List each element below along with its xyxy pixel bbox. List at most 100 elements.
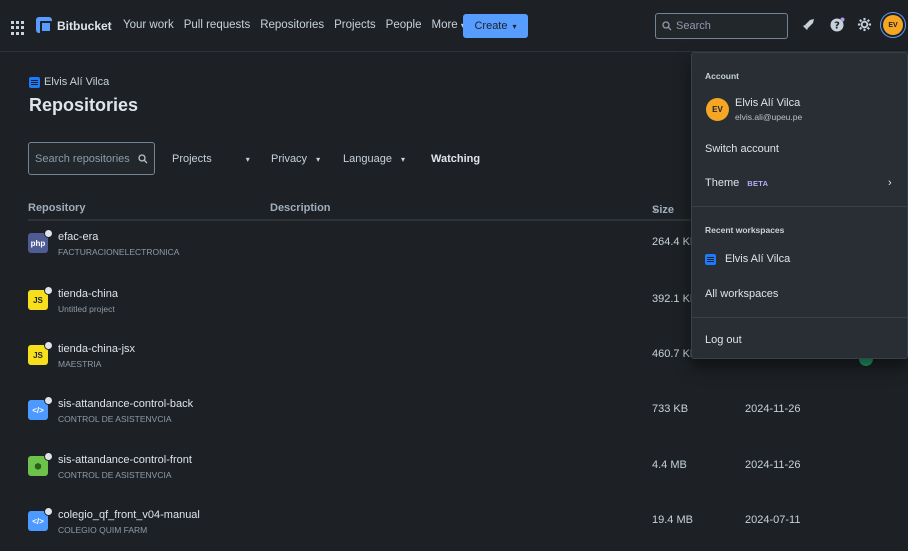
repository-project: Untitled project (58, 304, 115, 314)
nav-links: Your work Pull requests Repositories Pro… (123, 19, 465, 31)
avatar-initials: EV (888, 21, 898, 29)
account-heading: Account (705, 71, 739, 81)
brand-name[interactable]: Bitbucket (57, 19, 112, 33)
repository-name-link[interactable]: tienda-china-jsx (58, 343, 135, 355)
search-icon (138, 153, 148, 163)
lock-icon (44, 229, 53, 238)
nav-repositories[interactable]: Repositories (260, 19, 324, 31)
repository-project: COLEGIO QUIM FARM (58, 525, 148, 535)
repository-name-link[interactable]: colegio_qf_front_v04-manual (58, 509, 200, 521)
projects-filter[interactable]: Projects ▾ (172, 153, 250, 165)
svg-text:?: ? (834, 21, 840, 32)
repo-icon-glyph: php (30, 238, 46, 248)
chevron-down-icon: ▾ (512, 21, 517, 31)
chevron-down-icon: ▾ (400, 154, 405, 164)
javascript-icon: JS (28, 341, 53, 365)
repository-project: CONTROL DE ASISTENVCIA (58, 470, 172, 480)
global-search-placeholder: Search (676, 20, 711, 32)
php-icon: php (28, 229, 53, 253)
log-out-item[interactable]: Log out (705, 334, 742, 346)
global-search-input[interactable]: Search (655, 13, 788, 39)
account-name[interactable]: Elvis Alí Vilca (735, 97, 800, 109)
repo-icon-glyph: JS (33, 350, 43, 360)
nav-your-work[interactable]: Your work (123, 19, 174, 31)
account-email: elvis.ali@upeu.pe (735, 112, 803, 122)
search-icon (662, 21, 672, 31)
all-workspaces-item[interactable]: All workspaces (705, 288, 778, 300)
lock-icon (44, 452, 53, 461)
create-button[interactable]: Create ▾ (463, 14, 528, 38)
code-icon: </> (28, 507, 53, 531)
table-row[interactable]: ⬢ sis-attandance-control-front CONTROL DE … (28, 452, 908, 512)
repository-project: MAESTRIA (58, 359, 102, 369)
repository-search-placeholder: Search repositories (35, 152, 130, 165)
lock-icon (44, 396, 53, 405)
chevron-right-icon: › (888, 177, 892, 189)
repository-size: 19.4 MB (652, 514, 693, 526)
repo-icon-glyph: </> (32, 516, 44, 526)
projects-filter-label: Projects (172, 153, 212, 165)
bitbucket-logo-icon[interactable] (36, 17, 52, 34)
nav-people[interactable]: People (386, 19, 422, 31)
divider (692, 317, 907, 318)
rocket-icon[interactable] (801, 17, 817, 33)
javascript-icon: JS (28, 286, 53, 310)
repository-name-link[interactable]: tienda-china (58, 288, 118, 300)
repository-last-updated: 2024-07-11 (745, 514, 801, 526)
repository-size: 4.4 MB (652, 459, 687, 471)
help-icon[interactable]: ? (829, 17, 845, 33)
divider (692, 206, 907, 207)
profile-avatar-button[interactable]: EV (883, 15, 903, 35)
lock-icon (44, 507, 53, 516)
recent-workspaces-heading: Recent workspaces (705, 225, 785, 235)
watching-filter[interactable]: Watching (431, 153, 480, 165)
breadcrumb-owner[interactable]: Elvis Alí Vilca (29, 76, 109, 88)
owner-name: Elvis Alí Vilca (44, 76, 110, 88)
lock-icon (44, 286, 53, 295)
apps-grid-icon[interactable] (11, 21, 25, 35)
nav-more-label: More (431, 19, 458, 31)
workspace-icon (705, 253, 716, 265)
repository-last-updated: 2024-11-26 (745, 459, 801, 471)
nav-pull-requests[interactable]: Pull requests (184, 19, 250, 31)
column-repository[interactable]: Repository (28, 202, 85, 214)
create-button-label: Create (474, 20, 508, 32)
workspace-icon (29, 76, 40, 88)
page-title: Repositories (29, 95, 139, 115)
nav-more[interactable]: More ▾ (431, 19, 464, 31)
recent-workspace-item[interactable]: Elvis Alí Vilca (705, 253, 790, 265)
lock-icon (44, 341, 53, 350)
repository-project: CONTROL DE ASISTENVCIA (58, 414, 172, 424)
privacy-filter[interactable]: Privacy ▾ (271, 153, 320, 165)
chevron-down-icon: ▾ (245, 154, 250, 164)
account-dropdown-menu: Account EV Elvis Alí Vilca elvis.ali@upe… (691, 52, 908, 359)
table-row[interactable]: </> sis-attandance-control-back CONTROL DE… (28, 396, 908, 456)
recent-workspace-name: Elvis Alí Vilca (725, 253, 791, 265)
repository-name-link[interactable]: sis-attandance-control-front (58, 454, 192, 466)
theme-label: Theme (705, 177, 740, 189)
language-filter[interactable]: Language ▾ (343, 153, 405, 165)
column-description[interactable]: Description (270, 202, 331, 214)
nodejs-icon: ⬢ (28, 452, 53, 476)
table-row[interactable]: </> colegio_qf_front_v04-manual COLEGIO QU… (28, 507, 908, 551)
nav-projects[interactable]: Projects (334, 19, 376, 31)
switch-account-item[interactable]: Switch account (705, 143, 779, 155)
repo-icon-glyph: </> (32, 405, 44, 415)
avatar-initials: EV (712, 105, 723, 114)
repository-last-updated: 2024-11-26 (745, 403, 801, 415)
repository-search-input[interactable]: Search repositories (28, 142, 155, 175)
privacy-filter-label: Privacy (271, 153, 308, 165)
avatar: EV (706, 98, 729, 121)
settings-icon[interactable] (856, 17, 872, 33)
chevron-down-icon: ▾ (316, 154, 321, 164)
chevron-down-icon: ⌄ (652, 204, 659, 213)
repo-icon-glyph: JS (33, 295, 43, 305)
repository-name-link[interactable]: sis-attandance-control-back (58, 398, 193, 410)
top-navigation: Bitbucket Your work Pull requests Reposi… (0, 0, 908, 52)
repository-size: 733 KB (652, 403, 689, 415)
theme-item[interactable]: Theme BETA (705, 177, 768, 189)
code-icon: </> (28, 396, 53, 420)
repository-name-link[interactable]: efac-era (58, 231, 98, 243)
language-filter-label: Language (343, 153, 392, 165)
repository-project: FACTURACIONELECTRONICA (58, 247, 180, 257)
